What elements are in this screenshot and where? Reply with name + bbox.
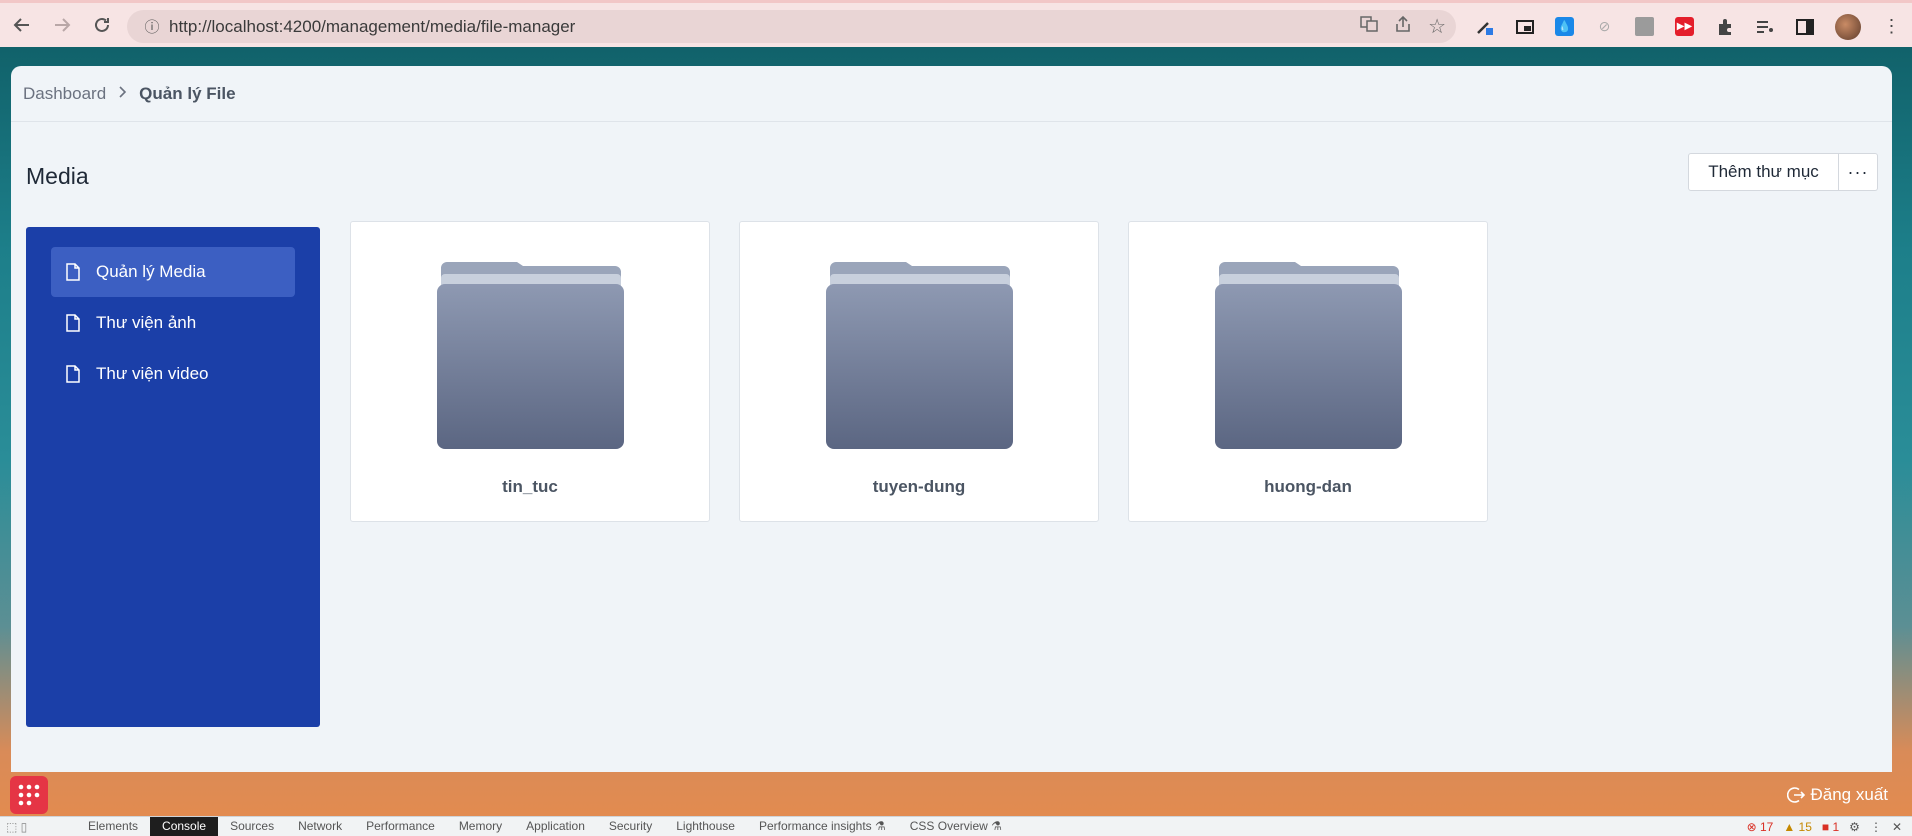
- sidebar-item-label: Thư viện video: [96, 364, 209, 383]
- folder-name: huong-dan: [1264, 477, 1352, 496]
- devtools-tab[interactable]: Sources: [218, 817, 286, 836]
- issue-count[interactable]: ■ 1: [1822, 820, 1839, 834]
- grid-icon: [18, 784, 40, 806]
- add-folder-button[interactable]: Thêm thư mục: [1688, 153, 1839, 191]
- folder-icon: [826, 262, 1013, 449]
- back-button[interactable]: [2, 5, 42, 45]
- url-text: http://localhost:4200/management/media/f…: [169, 16, 576, 36]
- error-count[interactable]: ⊗ 17: [1747, 820, 1774, 834]
- sidebar-item-label: Quản lý Media: [96, 262, 206, 281]
- sidebar-item-video-library[interactable]: Thư viện video: [51, 349, 295, 399]
- page-toolbar: Thêm thư mục ···: [1688, 153, 1878, 191]
- folder-card[interactable]: huong-dan: [1128, 221, 1488, 522]
- folder-grid: tin_tuc tuyen-dung huong-dan: [350, 221, 1488, 522]
- devtools-status: ⊗ 17 ▲ 15 ■ 1 ⚙ ⋮ ✕: [1747, 817, 1902, 836]
- devtools-tab[interactable]: Application: [514, 817, 597, 836]
- reading-list-icon[interactable]: [1755, 17, 1774, 36]
- close-icon[interactable]: ✕: [1892, 820, 1902, 834]
- logout-icon: [1786, 787, 1805, 803]
- folder-name: tin_tuc: [502, 477, 558, 496]
- arrow-right-icon: [55, 18, 71, 32]
- profile-avatar[interactable]: [1835, 13, 1861, 40]
- reload-icon: [95, 17, 109, 32]
- compass-extension-icon[interactable]: ⊘: [1595, 17, 1614, 36]
- red-extension-icon[interactable]: ▶▶: [1675, 17, 1694, 36]
- browser-menu-icon[interactable]: ⋮: [1882, 16, 1901, 36]
- info-icon[interactable]: ⓘ: [135, 16, 169, 37]
- reload-button[interactable]: [82, 5, 122, 45]
- eyedropper-extension-icon[interactable]: [1475, 17, 1494, 36]
- logout-label: Đăng xuất: [1810, 785, 1889, 804]
- folder-card[interactable]: tin_tuc: [350, 221, 710, 522]
- devtools-tab[interactable]: Lighthouse: [664, 817, 747, 836]
- sidebar-item-image-library[interactable]: Thư viện ảnh: [51, 298, 295, 348]
- devtools-tab[interactable]: Memory: [447, 817, 514, 836]
- devtools-tab[interactable]: CSS Overview ⚗: [898, 817, 1014, 836]
- devtools-menu-icon[interactable]: ⋮: [1870, 820, 1882, 834]
- sidebar-item-label: Thư viện ảnh: [96, 313, 197, 332]
- devtools-tab[interactable]: Elements: [76, 817, 150, 836]
- warning-count[interactable]: ▲ 15: [1783, 820, 1812, 834]
- page-title: Media: [26, 163, 89, 189]
- settings-gear-icon[interactable]: ⚙: [1849, 820, 1860, 834]
- picture-in-picture-icon[interactable]: [1515, 17, 1534, 36]
- chevron-right-icon: [118, 85, 127, 102]
- folder-name: tuyen-dung: [872, 477, 966, 496]
- app-container: Dashboard Quản lý File Media Thêm thư mụ…: [11, 66, 1892, 772]
- app-launcher-button[interactable]: [10, 776, 48, 814]
- gray-extension-icon[interactable]: [1635, 17, 1654, 36]
- breadcrumb-dashboard-link[interactable]: Dashboard: [23, 84, 106, 104]
- logout-button[interactable]: Đăng xuất: [1786, 785, 1889, 805]
- forward-button[interactable]: [42, 5, 82, 45]
- side-panel-icon[interactable]: [1795, 17, 1814, 36]
- devtools-tab[interactable]: Security: [597, 817, 664, 836]
- devtools-tab[interactable]: Network: [286, 817, 354, 836]
- file-icon: [66, 261, 88, 283]
- arrow-left-icon: [13, 18, 29, 32]
- devtools-tab-active[interactable]: Console: [150, 817, 219, 836]
- sidebar-item-media-manager[interactable]: Quản lý Media: [51, 247, 295, 297]
- water-drop-extension-icon[interactable]: 💧: [1555, 17, 1574, 36]
- devtools-tabbar: ⬚ ▯ Elements Console Sources Network Per…: [0, 816, 1912, 836]
- bookmark-star-icon[interactable]: ☆: [1428, 14, 1446, 39]
- breadcrumb-current: Quản lý File: [139, 83, 236, 103]
- file-icon: [66, 312, 88, 334]
- folder-icon: [437, 262, 624, 449]
- share-icon[interactable]: [1394, 15, 1412, 38]
- file-icon: [66, 363, 88, 385]
- media-sidebar: Quản lý Media Thư viện ảnh Thư viện vide…: [26, 227, 320, 727]
- breadcrumb: Dashboard Quản lý File: [11, 66, 1892, 122]
- more-options-button[interactable]: ···: [1839, 153, 1878, 191]
- browser-toolbar: ⓘ http://localhost:4200/management/media…: [0, 0, 1912, 47]
- puzzle-extensions-icon[interactable]: [1715, 17, 1734, 36]
- folder-card[interactable]: tuyen-dung: [739, 221, 1099, 522]
- address-bar[interactable]: ⓘ http://localhost:4200/management/media…: [127, 10, 1456, 43]
- folder-icon: [1215, 262, 1402, 449]
- devtools-tab[interactable]: Performance insights ⚗: [747, 817, 898, 836]
- translate-icon[interactable]: [1360, 15, 1378, 38]
- devtools-tab[interactable]: Performance: [354, 817, 447, 836]
- devtools-inspect-icons[interactable]: ⬚ ▯: [0, 820, 76, 834]
